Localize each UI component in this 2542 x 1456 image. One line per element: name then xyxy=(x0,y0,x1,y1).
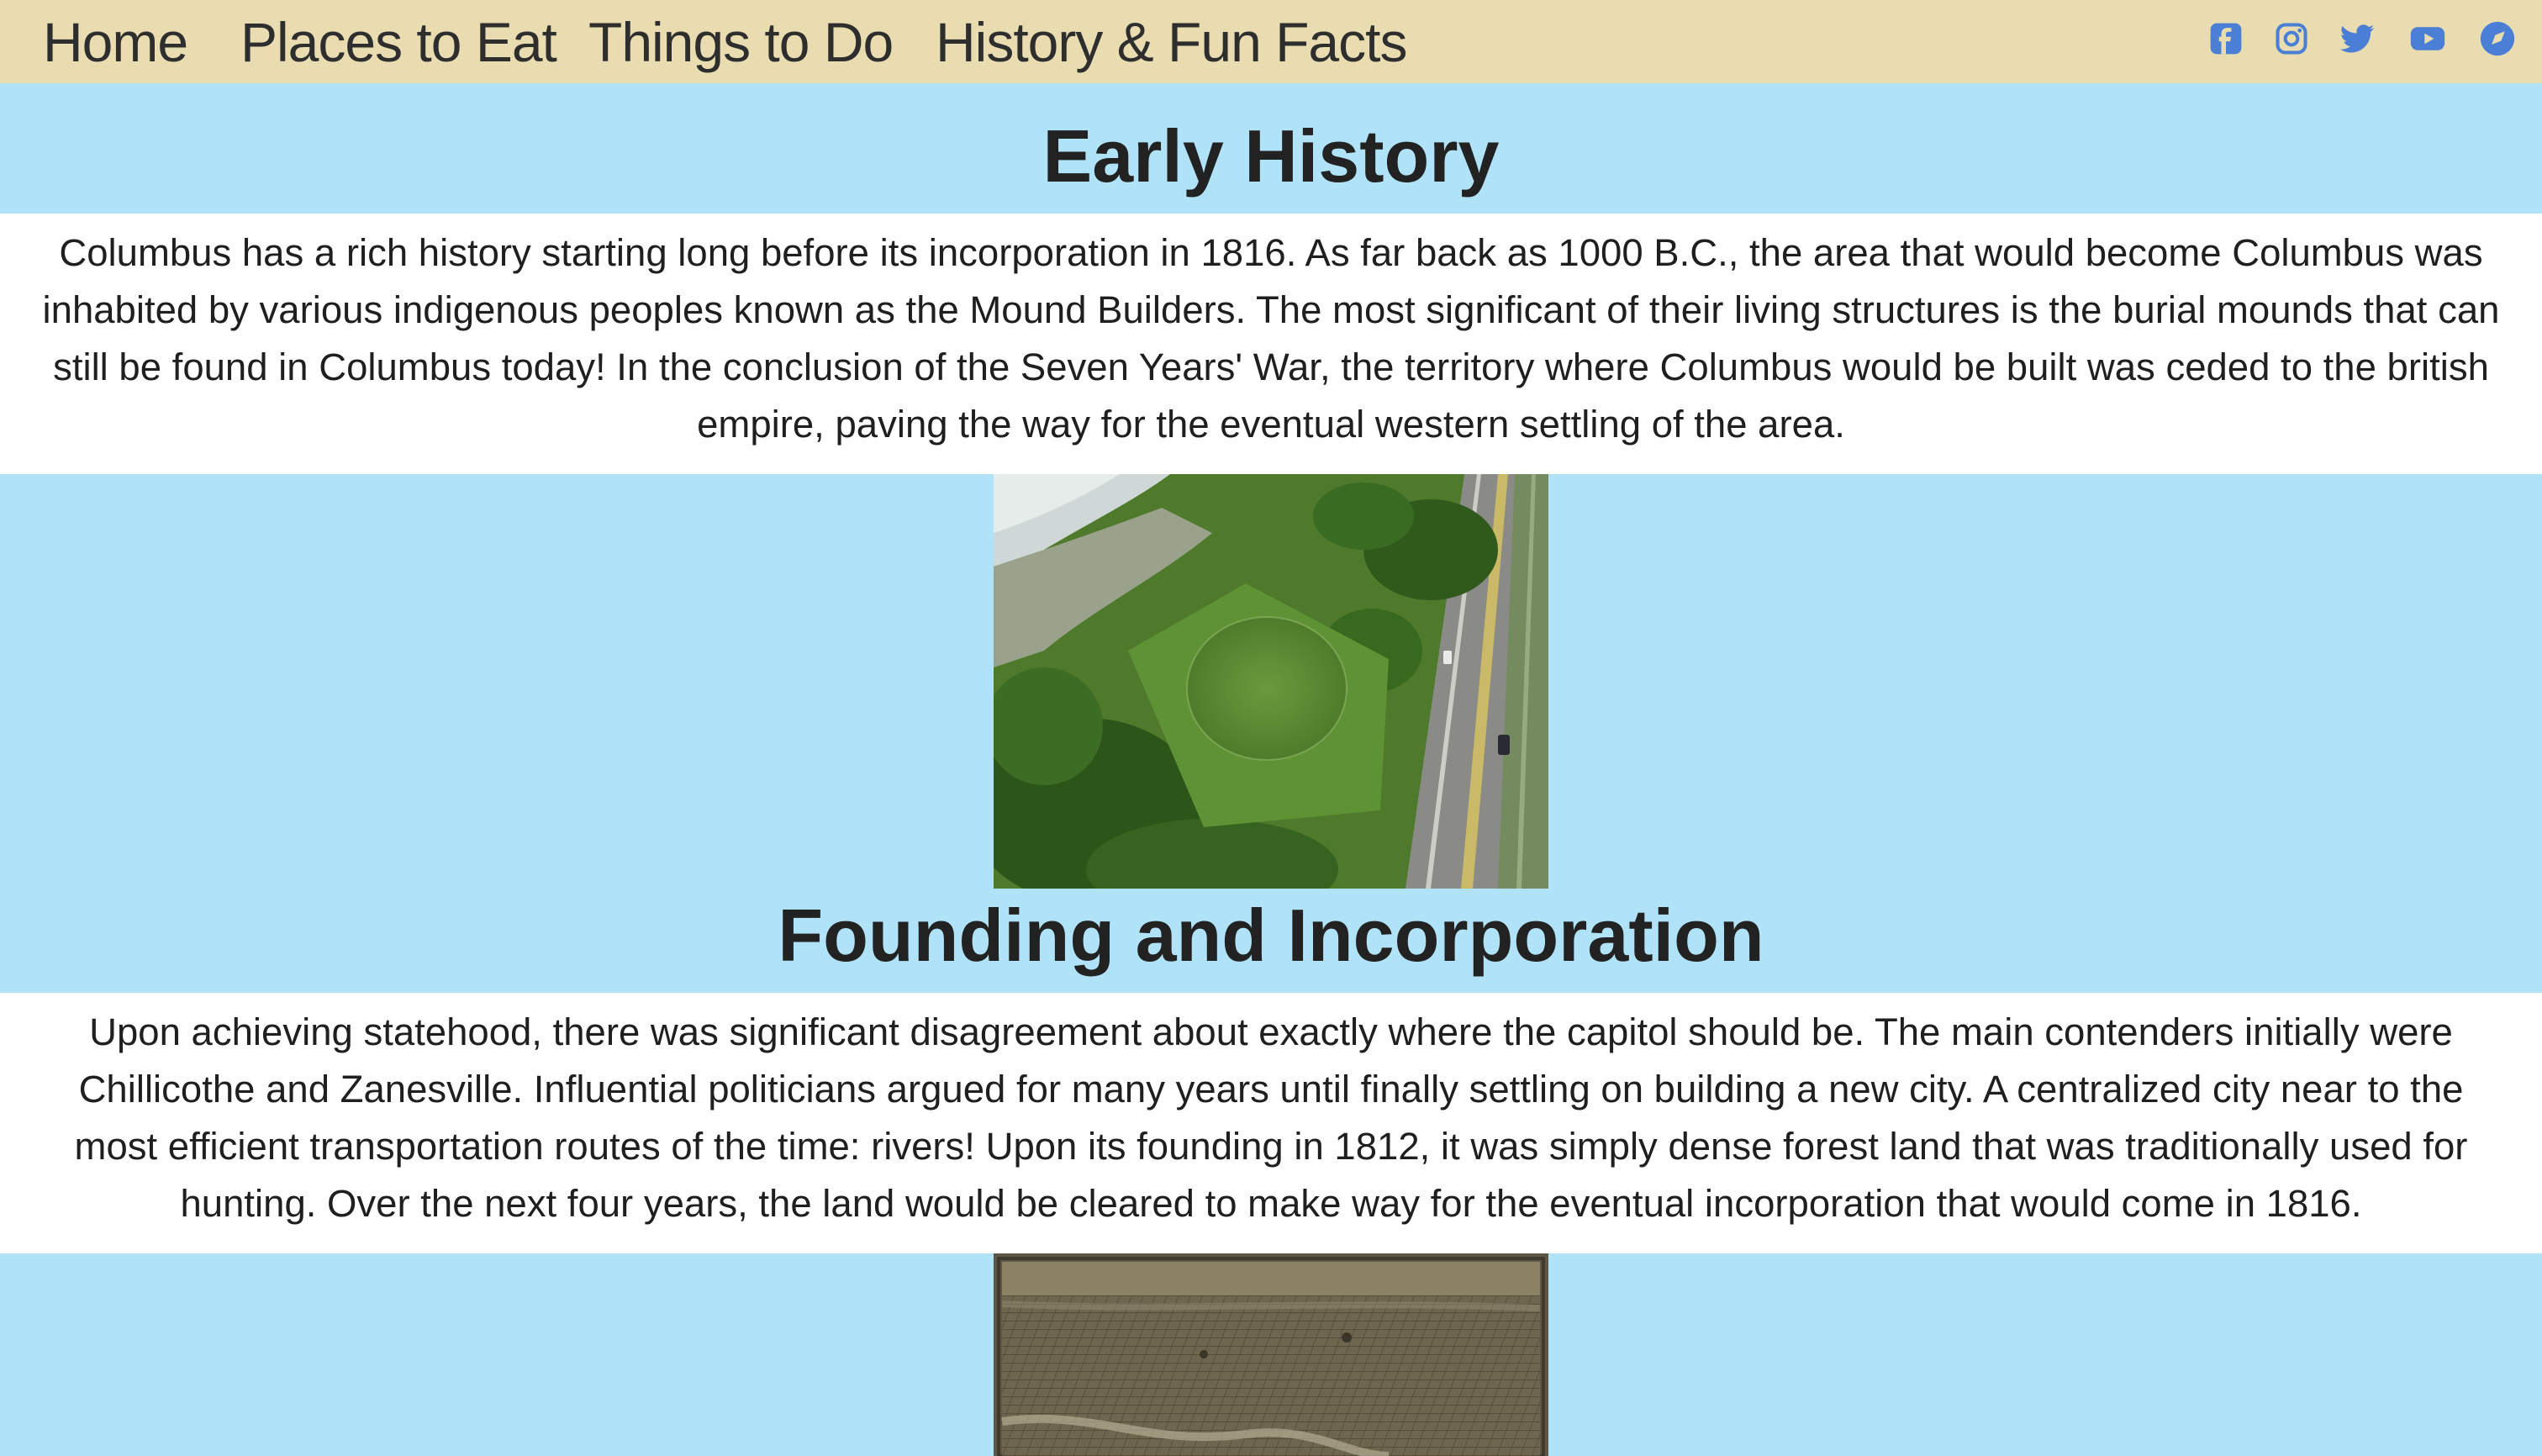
instagram-icon[interactable] xyxy=(2273,20,2310,57)
compass-icon[interactable] xyxy=(2479,20,2516,57)
section-body-early-history: Columbus has a rich history starting lon… xyxy=(42,231,2500,446)
top-navbar: Home Places to Eat Things to Do History … xyxy=(0,0,2542,83)
nav-link-home[interactable]: Home xyxy=(43,8,188,76)
facebook-icon[interactable] xyxy=(2207,20,2244,57)
section-text-band: Upon achieving statehood, there was sign… xyxy=(0,993,2542,1253)
youtube-icon[interactable] xyxy=(2408,20,2448,57)
historic-city-map xyxy=(994,1253,1548,1456)
section-text-band: Columbus has a rich history starting lon… xyxy=(0,214,2542,474)
nav-link-things-to-do[interactable]: Things to Do xyxy=(588,8,894,76)
section-body-founding: Upon achieving statehood, there was sign… xyxy=(74,1010,2468,1225)
section-heading-founding: Founding and Incorporation xyxy=(778,894,1764,977)
nav-link-places-to-eat[interactable]: Places to Eat xyxy=(240,8,557,76)
section-heading-early-history: Early History xyxy=(1042,114,1500,198)
aerial-mound-photo xyxy=(994,474,1548,889)
nav-link-history-fun-facts[interactable]: History & Fun Facts xyxy=(936,8,1407,76)
twitter-icon[interactable] xyxy=(2339,20,2376,57)
